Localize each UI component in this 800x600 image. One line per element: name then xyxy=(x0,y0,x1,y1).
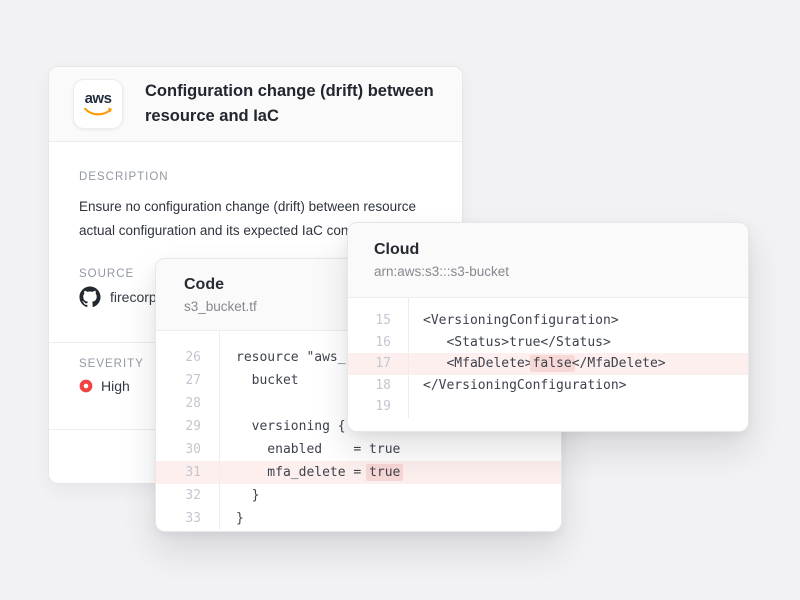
description-label: DESCRIPTION xyxy=(79,171,169,183)
line-number: 31 xyxy=(156,465,219,480)
source-link[interactable]: firecorp xyxy=(79,286,157,308)
finding-title: Configuration change (drift) between res… xyxy=(145,79,438,129)
line-text: } xyxy=(219,511,244,526)
line-text: <Status>true</Status> xyxy=(408,335,611,350)
aws-logo-icon: aws xyxy=(73,79,123,129)
severity-value: High xyxy=(101,378,130,394)
line-number: 27 xyxy=(156,373,219,388)
cloud-card-title: Cloud xyxy=(374,241,748,258)
gutter-divider xyxy=(408,298,409,418)
line-text: resource "aws_ xyxy=(219,350,346,365)
cloud-card-header: Cloud arn:aws:s3:::s3-bucket xyxy=(348,223,748,298)
finding-card-header: aws Configuration change (drift) between… xyxy=(49,67,462,142)
severity-label: SEVERITY xyxy=(79,358,144,370)
line-text: </VersioningConfiguration> xyxy=(408,378,627,393)
source-label: SOURCE xyxy=(79,268,134,280)
line-text: } xyxy=(219,488,259,503)
cloud-card: Cloud arn:aws:s3:::s3-bucket 15<Versioni… xyxy=(347,222,749,432)
line-text: versioning { xyxy=(219,419,346,434)
severity-badge: High xyxy=(79,378,130,394)
line-number: 30 xyxy=(156,442,219,457)
line-number: 29 xyxy=(156,419,219,434)
line-text: mfa_delete = true xyxy=(219,465,400,480)
line-text: <MfaDelete>false</MfaDelete> xyxy=(408,356,666,371)
code-line-30: 30 enabled = true xyxy=(156,438,561,461)
line-number: 32 xyxy=(156,488,219,503)
code-line-31: 31 mfa_delete = true xyxy=(156,461,561,484)
line-text: enabled = true xyxy=(219,442,400,457)
github-icon xyxy=(79,286,101,308)
line-number: 26 xyxy=(156,350,219,365)
cloud-config-viewer: 15<VersioningConfiguration>16 <Status>tr… xyxy=(348,298,748,418)
line-number: 15 xyxy=(348,313,408,328)
line-number: 18 xyxy=(348,378,408,393)
aws-logo-text: aws xyxy=(85,91,112,106)
line-text: <VersioningConfiguration> xyxy=(408,313,619,328)
code-line-32: 32 } xyxy=(156,484,561,507)
drift-value-token: true xyxy=(366,464,403,481)
line-number: 28 xyxy=(156,396,219,411)
severity-high-icon xyxy=(79,379,93,393)
line-number: 19 xyxy=(348,399,408,414)
line-text: bucket xyxy=(219,373,299,388)
cloud-card-arn: arn:aws:s3:::s3-bucket xyxy=(374,265,748,279)
line-number: 17 xyxy=(348,356,408,371)
code-line-33: 33} xyxy=(156,507,561,530)
gutter-divider xyxy=(219,331,220,530)
source-value: firecorp xyxy=(110,289,157,305)
aws-smile-icon xyxy=(83,106,113,117)
line-number: 16 xyxy=(348,335,408,350)
line-number: 33 xyxy=(156,511,219,526)
description-line-1: Ensure no configuration change (drift) b… xyxy=(79,195,416,219)
drift-value-token: false xyxy=(530,355,575,372)
